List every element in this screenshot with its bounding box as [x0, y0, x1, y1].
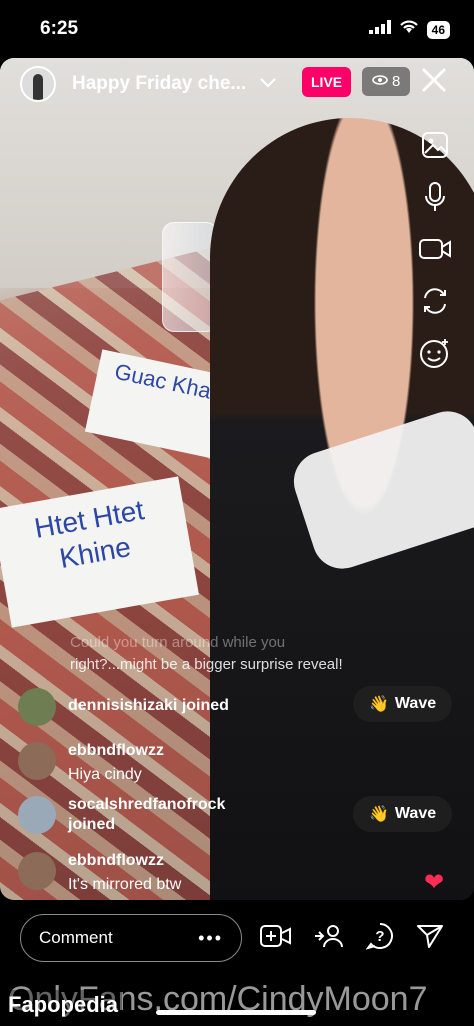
share-icon[interactable]	[416, 923, 444, 954]
more-icon[interactable]: •••	[198, 928, 223, 949]
microphone-icon[interactable]	[418, 180, 452, 214]
stream-title[interactable]: Happy Friday che...	[72, 73, 246, 95]
comment-user[interactable]: socalshredfanofrock	[68, 796, 225, 814]
comment-row: ebbndflowzz It's mirrored btw	[18, 852, 181, 894]
comment-text: It's mirrored btw	[68, 876, 182, 893]
signal-icon	[368, 20, 391, 39]
video-camera-icon[interactable]	[418, 232, 452, 266]
svg-text:?: ?	[375, 928, 384, 945]
comment-text: Hiya cindy	[68, 766, 142, 783]
wifi-icon	[399, 20, 419, 39]
avatar[interactable]	[18, 742, 56, 780]
avatar[interactable]	[18, 852, 56, 890]
side-rail	[418, 128, 452, 370]
add-guest-icon[interactable]	[260, 923, 292, 954]
comment-user[interactable]: dennisishizaki joined	[68, 697, 229, 715]
wave-button[interactable]: 👋 Wave	[353, 686, 453, 722]
avatar[interactable]	[18, 688, 56, 726]
viewer-count-value: 8	[392, 73, 401, 90]
watermark-brand: Fapopedia	[4, 990, 123, 1020]
flip-camera-icon[interactable]	[418, 284, 452, 318]
viewer-count[interactable]: 8	[362, 67, 411, 96]
eye-icon	[372, 73, 388, 90]
bottom-actions: ?	[260, 922, 444, 955]
wave-button[interactable]: 👋 Wave	[353, 796, 453, 832]
status-icons: 46	[368, 20, 450, 39]
comment-row: ebbndflowzz Hiya cindy	[18, 742, 164, 784]
avatar[interactable]	[18, 796, 56, 834]
comment-row: dennisishizaki joined	[18, 688, 229, 726]
comment-question: Could you turn around while you right?..…	[70, 634, 343, 673]
comment-text: joined	[68, 816, 116, 833]
live-badge: LIVE	[302, 67, 352, 97]
wave-hand-icon: 👋	[369, 806, 389, 823]
wave-hand-icon: 👋	[369, 696, 389, 713]
battery-icon: 46	[426, 20, 450, 39]
invite-icon[interactable]	[314, 923, 344, 954]
status-time: 6:25	[40, 18, 79, 39]
avatar[interactable]	[20, 66, 56, 102]
comment-user[interactable]: ebbndflowzz	[68, 742, 164, 760]
comment-user[interactable]: ebbndflowzz	[68, 852, 181, 870]
home-indicator[interactable]	[156, 1010, 316, 1015]
face-effects-icon[interactable]	[418, 336, 452, 370]
comment-input[interactable]: Comment •••	[20, 914, 242, 962]
chevron-down-icon[interactable]	[260, 75, 276, 93]
heart-icon: ❤	[424, 869, 445, 896]
close-icon[interactable]	[420, 66, 448, 100]
question-icon[interactable]: ?	[365, 922, 394, 955]
comment-placeholder: Comment	[39, 928, 113, 947]
gallery-icon[interactable]	[418, 128, 452, 162]
comment-row: socalshredfanofrock joined	[18, 796, 225, 834]
